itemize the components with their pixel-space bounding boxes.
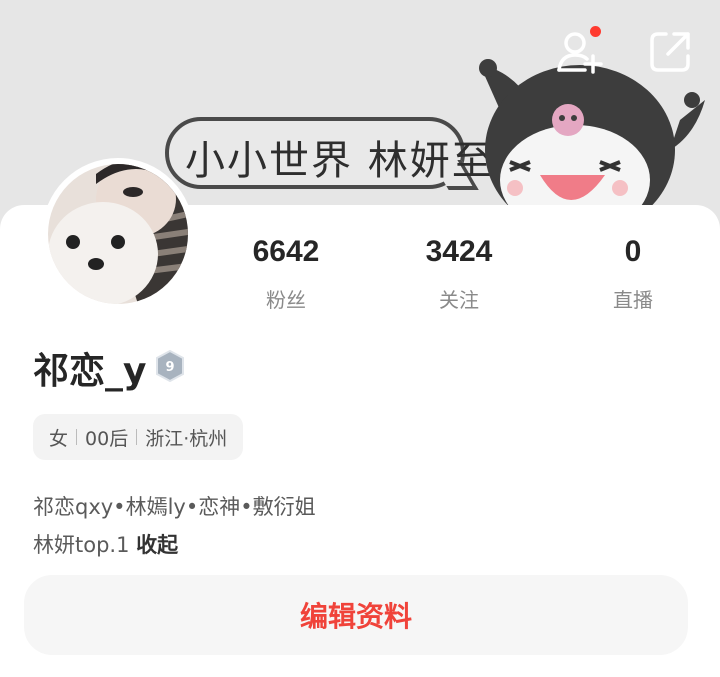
edit-profile-button[interactable]: 编辑资料 (24, 575, 688, 655)
followers-count: 6642 (252, 235, 320, 268)
tag-divider (136, 429, 138, 445)
gender-tag: 女 (49, 427, 69, 450)
profile-tags: 女 00后 浙江·杭州 (33, 414, 244, 460)
followers-label: 粉丝 (266, 288, 306, 312)
level-badge[interactable]: 9 (155, 350, 185, 382)
username: 祁恋_y (33, 351, 147, 392)
live-count: 0 (624, 235, 642, 268)
level-number: 9 (165, 360, 174, 375)
age-tag: 00后 (85, 427, 129, 450)
live-label: 直播 (613, 288, 653, 312)
following-label: 关注 (439, 288, 479, 312)
location-tag: 浙江·杭州 (145, 427, 228, 450)
share-icon[interactable] (646, 28, 694, 76)
notification-dot (590, 26, 601, 37)
bio-line-2-text: 林妍top.1 (33, 533, 130, 557)
avatar[interactable] (42, 158, 194, 310)
bio-line-2: 林妍top.1 收起 (33, 526, 316, 564)
bio-line-1: 祁恋qxy•林嫣ly•恋神•敷衍姐 (33, 495, 316, 519)
kuromi-mascot-image (479, 59, 705, 230)
following-count: 3424 (425, 235, 493, 268)
avatar-photo (48, 159, 189, 306)
collapse-bio-link[interactable]: 收起 (136, 533, 178, 557)
bio: 祁恋qxy•林嫣ly•恋神•敷衍姐 林妍top.1 收起 (33, 488, 316, 564)
tag-divider (76, 429, 78, 445)
stat-live[interactable]: 0 直播 (573, 232, 693, 313)
stat-followers[interactable]: 6642 粉丝 (226, 232, 346, 313)
stat-following[interactable]: 3424 关注 (399, 232, 519, 313)
